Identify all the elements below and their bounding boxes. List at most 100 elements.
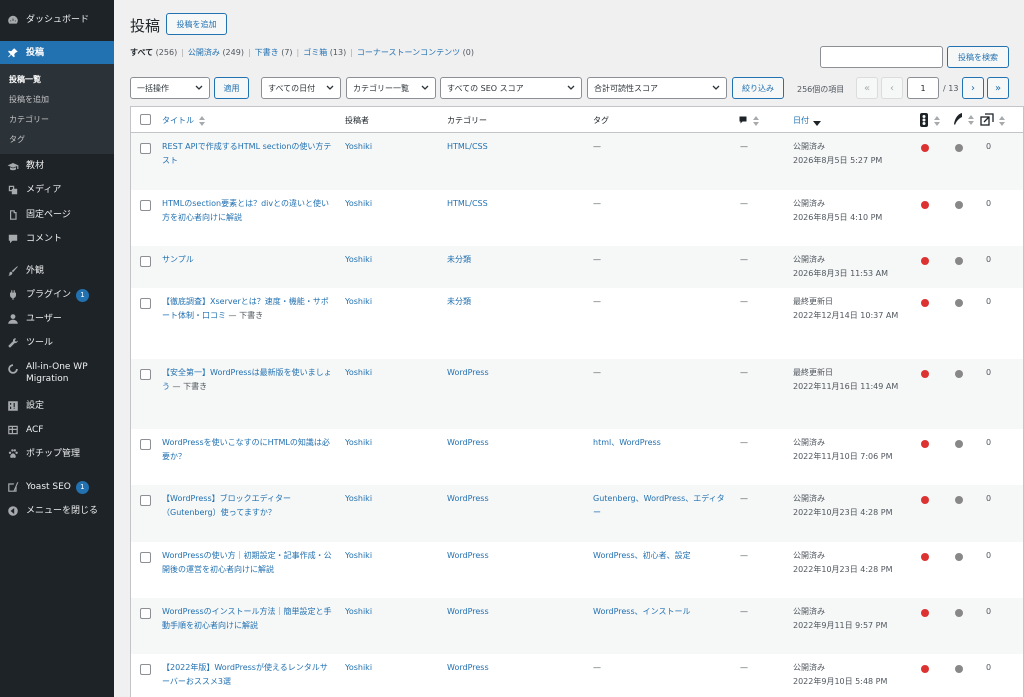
submenu-add-post[interactable]: 投稿を追加	[9, 94, 49, 105]
sidebar-item-acf[interactable]: ACF	[0, 422, 114, 438]
sidebar-item-pages[interactable]: 固定ページ	[0, 207, 114, 223]
sidebar-item-posts[interactable]: 投稿	[0, 41, 114, 64]
sidebar-item-comments[interactable]: コメント	[0, 231, 114, 247]
post-title-link[interactable]: WordPressのインストール方法｜簡単設定と手動手順を初心者向けに解説	[162, 607, 331, 630]
sidebar-item-media[interactable]: メディア	[0, 182, 114, 198]
admin-sidebar: ダッシュボード 投稿 投稿一覧 投稿を追加 カテゴリー タグ 教材 メディア 固…	[0, 0, 114, 697]
total-pages: / 13	[943, 84, 959, 93]
sidebar-item-appearance[interactable]: 外観	[0, 263, 114, 279]
posts-submenu: 投稿一覧 投稿を追加 カテゴリー タグ	[0, 64, 114, 154]
post-category-link[interactable]: WordPress	[447, 492, 489, 506]
last-page-button[interactable]: »	[987, 77, 1009, 99]
post-title-link[interactable]: 【WordPress】ブロックエディター（Gutenberg）使ってますか？	[162, 494, 291, 517]
submenu-all-posts[interactable]: 投稿一覧	[9, 74, 41, 85]
post-category-link[interactable]: WordPress	[447, 436, 489, 450]
view-drafts[interactable]: 下書き	[255, 48, 279, 57]
post-title-link[interactable]: サンプル	[162, 255, 194, 264]
post-category-link[interactable]: WordPress	[447, 549, 489, 563]
submenu-categories[interactable]: カテゴリー	[9, 114, 49, 125]
post-author-link[interactable]: Yoshiki	[345, 605, 372, 619]
column-seo-score[interactable]	[919, 113, 941, 129]
post-author-link[interactable]: Yoshiki	[345, 492, 372, 506]
apply-bulk-button[interactable]: 適用	[214, 77, 249, 99]
column-title[interactable]: タイトル	[162, 115, 206, 126]
sidebar-item-tools[interactable]: ツール	[0, 335, 114, 351]
row-checkbox[interactable]	[140, 143, 151, 154]
sort-icon	[998, 115, 1006, 126]
row-checkbox[interactable]	[140, 439, 151, 450]
table-row: 【安全第一】WordPressは最新版を使いましょう — 下書き Yoshiki W…	[131, 359, 1023, 429]
post-category-link[interactable]: WordPress	[447, 366, 489, 380]
view-trash[interactable]: ゴミ箱	[303, 48, 327, 57]
table-row: WordPressのインストール方法｜簡単設定と手動手順を初心者向けに解説 Yo…	[131, 598, 1023, 654]
sidebar-item-kyozai[interactable]: 教材	[0, 158, 114, 174]
submenu-tags[interactable]: タグ	[9, 134, 25, 145]
post-title-link[interactable]: WordPressの使い方｜初期設定・記事作成・公開後の運営を初心者向けに解説	[162, 551, 332, 574]
post-status: 公開済み	[793, 255, 825, 264]
post-author-link[interactable]: Yoshiki	[345, 197, 372, 211]
post-author-link[interactable]: Yoshiki	[345, 253, 372, 267]
column-readability[interactable]	[953, 113, 975, 127]
post-search-input[interactable]	[820, 46, 943, 68]
post-category-link[interactable]: WordPress	[447, 661, 489, 675]
row-checkbox[interactable]	[140, 664, 151, 675]
post-title-link[interactable]: 【2022年版】WordPressが使えるレンタルサーバーおススメ3選	[162, 663, 328, 686]
sidebar-item-settings[interactable]: 設定	[0, 398, 114, 414]
prev-page-button[interactable]: ‹	[881, 77, 903, 99]
search-posts-button[interactable]: 投稿を検索	[947, 46, 1009, 68]
row-checkbox[interactable]	[140, 608, 151, 619]
select-all-checkbox[interactable]	[140, 114, 151, 125]
post-tags[interactable]: Gutenberg、WordPress、エディター	[593, 492, 728, 520]
seo-score-filter-select[interactable]: すべての SEO スコア	[440, 77, 582, 99]
post-date: 公開済み 2022年10月23日 4:28 PM	[793, 549, 913, 577]
traffic-light-icon	[919, 113, 929, 129]
sidebar-item-plugins[interactable]: プラグイン 1	[0, 287, 114, 303]
post-title-link[interactable]: HTMLのsection要素とは？divとの違いと使い方を初心者向けに解説	[162, 199, 329, 222]
row-checkbox[interactable]	[140, 495, 151, 506]
sidebar-item-pochipp[interactable]: ポチップ管理	[0, 446, 114, 462]
first-page-button[interactable]: «	[856, 77, 878, 99]
chevron-down-icon	[711, 83, 721, 93]
sidebar-item-yoast[interactable]: Yoast SEO 1	[0, 479, 114, 495]
readability-filter-select[interactable]: 合計可読性スコア	[587, 77, 727, 99]
row-checkbox[interactable]	[140, 200, 151, 211]
date-filter-select[interactable]: すべての日付	[261, 77, 341, 99]
column-date[interactable]: 日付	[793, 115, 821, 126]
post-tags[interactable]: WordPress、初心者、設定	[593, 549, 728, 563]
sidebar-item-users[interactable]: ユーザー	[0, 311, 114, 327]
post-tags: —	[593, 255, 601, 264]
post-category-link[interactable]: HTML/CSS	[447, 140, 488, 154]
column-comments[interactable]	[738, 115, 760, 127]
post-author-link[interactable]: Yoshiki	[345, 366, 372, 380]
row-checkbox[interactable]	[140, 256, 151, 267]
post-tags[interactable]: WordPress、インストール	[593, 605, 728, 619]
add-new-post-button[interactable]: 投稿を追加	[166, 13, 227, 35]
sidebar-item-dashboard[interactable]: ダッシュボード	[0, 12, 114, 28]
filter-button[interactable]: 絞り込み	[732, 77, 784, 99]
post-author-link[interactable]: Yoshiki	[345, 295, 372, 309]
sidebar-item-migration[interactable]: All-in-One WP Migration	[0, 361, 114, 387]
view-cornerstone[interactable]: コーナーストーンコンテンツ	[357, 48, 460, 57]
post-title-link[interactable]: WordPressを使いこなすのにHTMLの知識は必要か？	[162, 438, 330, 461]
next-page-button[interactable]: ›	[962, 77, 984, 99]
post-category-link[interactable]: 未分類	[447, 295, 471, 309]
current-page-input[interactable]: 1	[907, 77, 939, 99]
post-title-link[interactable]: REST APIで作成するHTML sectionの使い方テスト	[162, 142, 331, 165]
post-author-link[interactable]: Yoshiki	[345, 436, 372, 450]
post-category-link[interactable]: HTML/CSS	[447, 197, 488, 211]
row-checkbox[interactable]	[140, 298, 151, 309]
column-internal-links[interactable]	[980, 113, 1006, 128]
category-filter-select[interactable]: カテゴリー一覧	[346, 77, 436, 99]
post-category-link[interactable]: WordPress	[447, 605, 489, 619]
post-author-link[interactable]: Yoshiki	[345, 661, 372, 675]
view-all[interactable]: すべて	[130, 48, 153, 57]
row-checkbox[interactable]	[140, 369, 151, 380]
view-published[interactable]: 公開済み	[188, 48, 220, 57]
row-checkbox[interactable]	[140, 552, 151, 563]
post-category-link[interactable]: 未分類	[447, 253, 471, 267]
sidebar-collapse-menu[interactable]: メニューを閉じる	[0, 503, 114, 519]
post-author-link[interactable]: Yoshiki	[345, 140, 372, 154]
post-tags[interactable]: html、WordPress	[593, 436, 728, 450]
bulk-actions-select[interactable]: 一括操作	[130, 77, 210, 99]
post-author-link[interactable]: Yoshiki	[345, 549, 372, 563]
